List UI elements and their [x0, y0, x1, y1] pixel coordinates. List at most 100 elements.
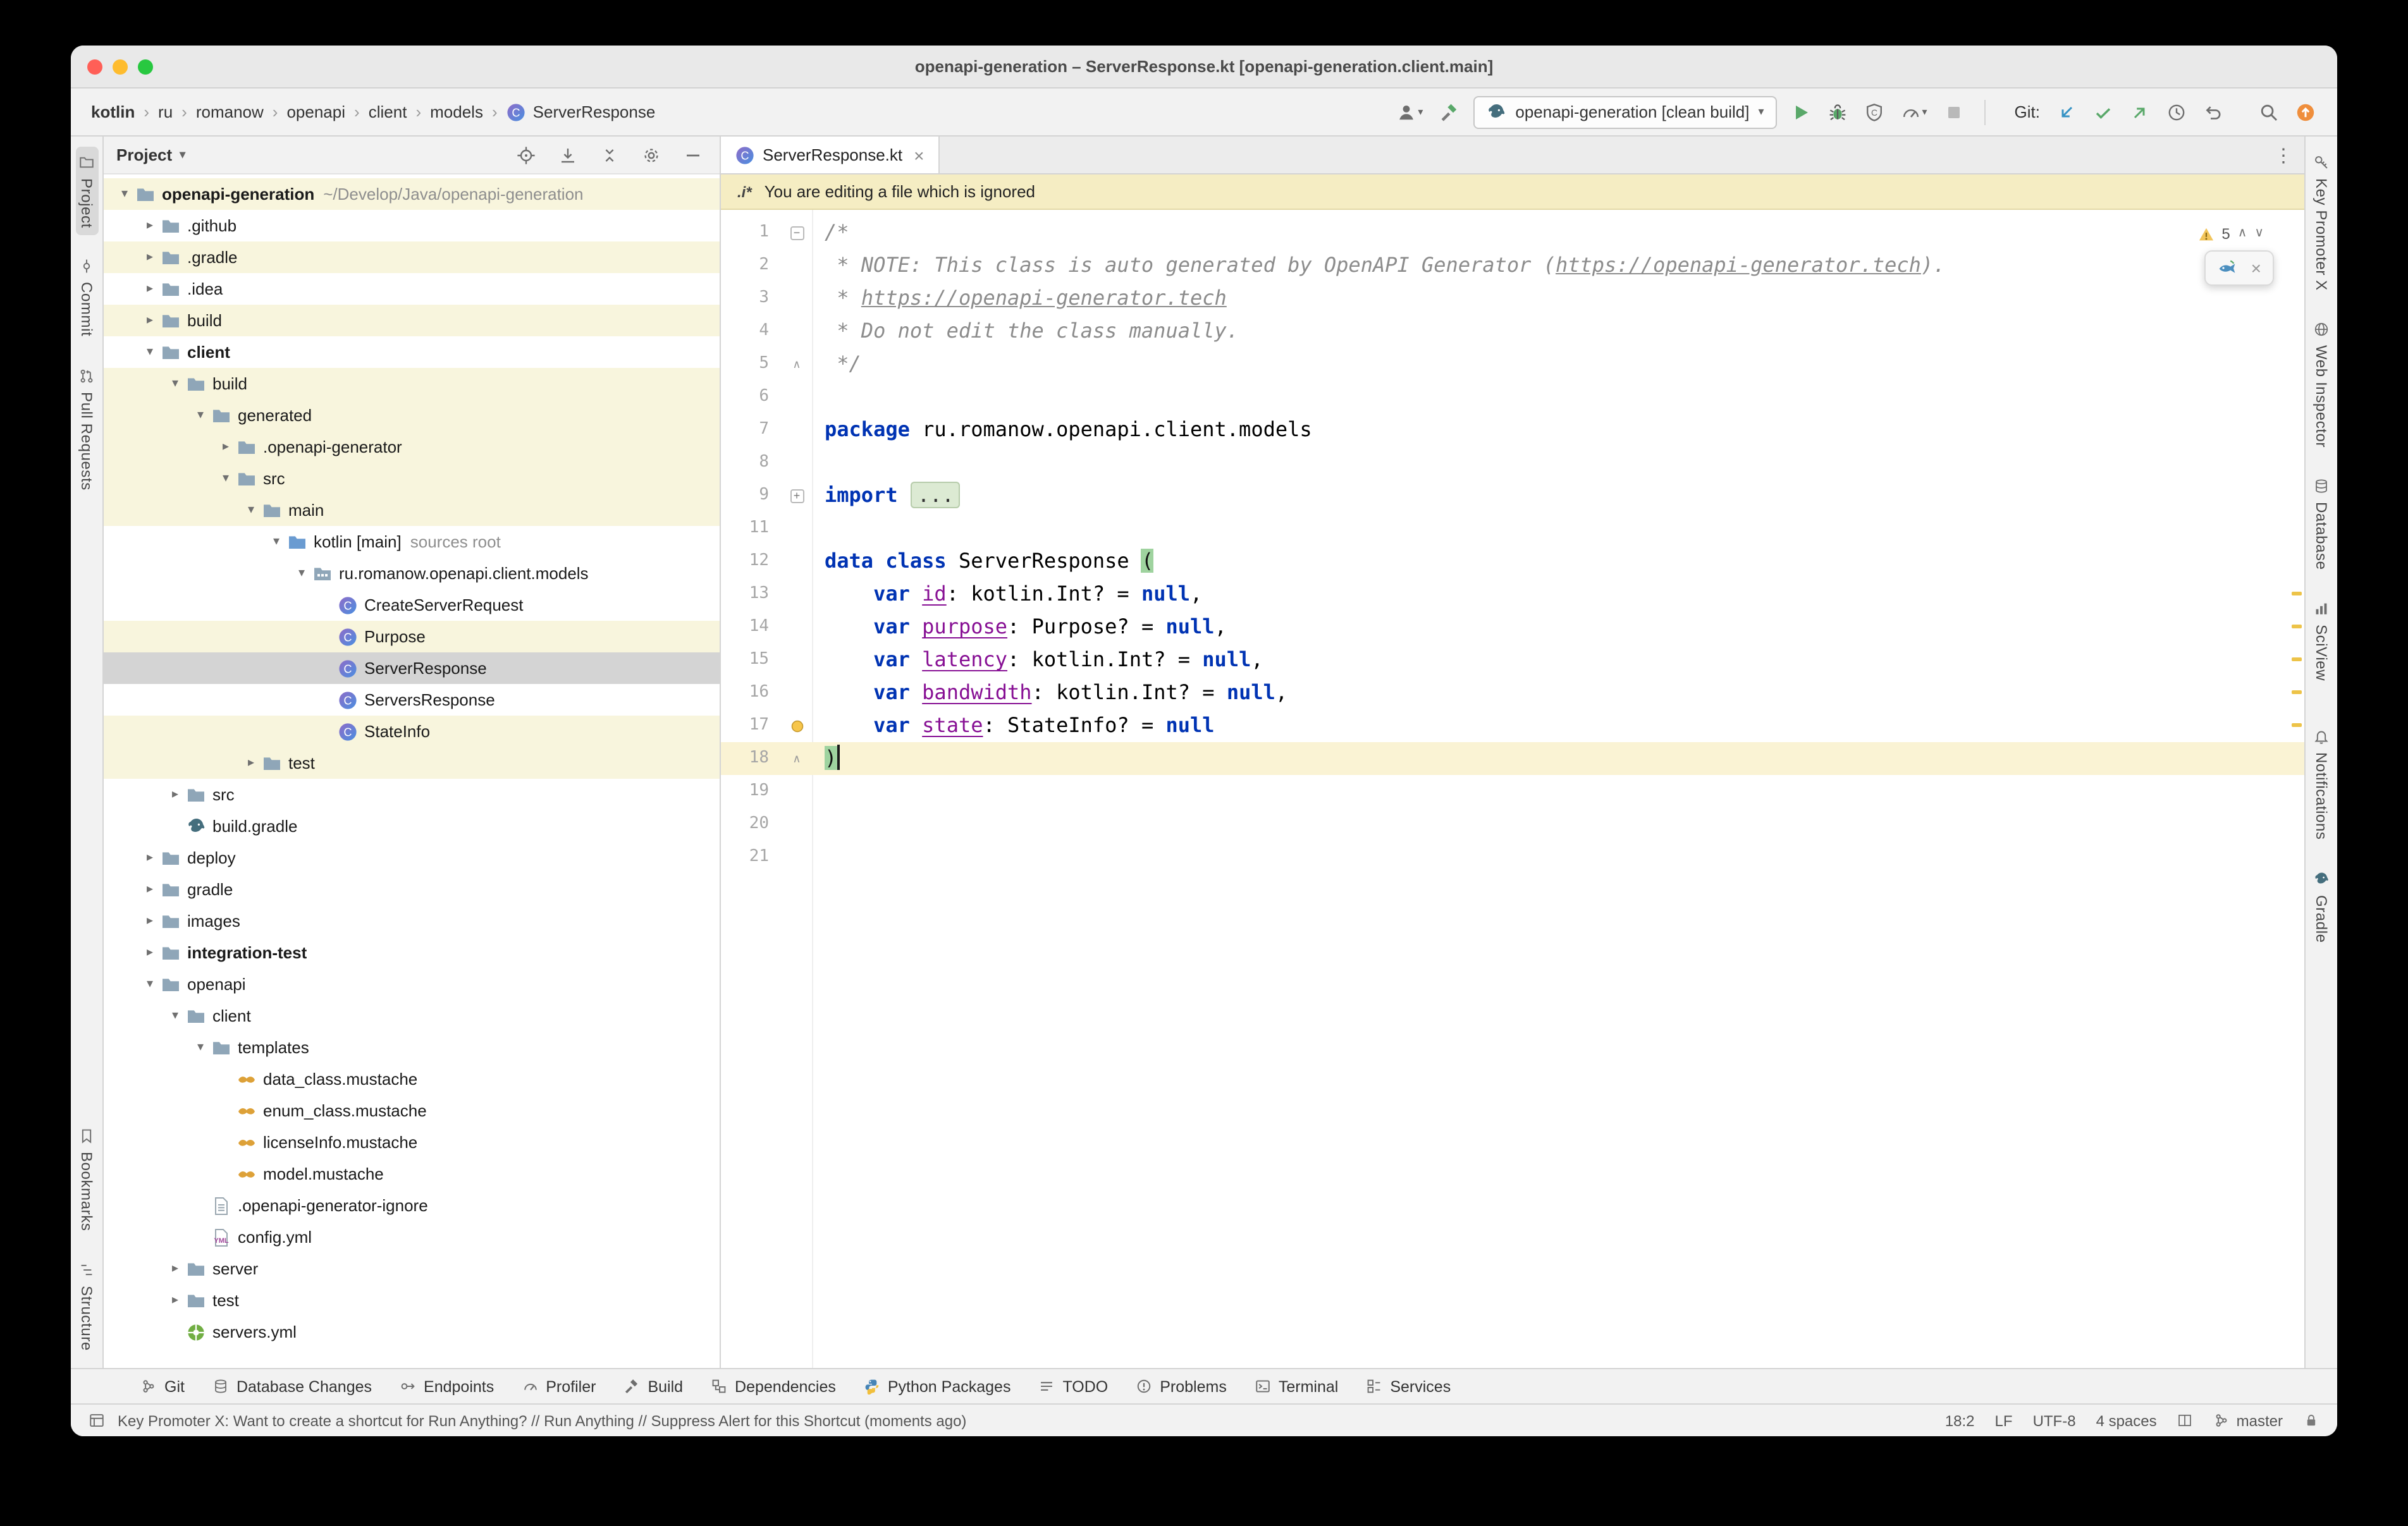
coverage-button[interactable]: C	[1860, 98, 1888, 126]
fold-marker-open[interactable]: −	[782, 226, 812, 240]
profiler-button[interactable]: ▾	[1897, 98, 1931, 126]
stripe-button-pull-requests[interactable]: Pull Requests	[75, 360, 98, 497]
vcs-update-button[interactable]	[2053, 98, 2080, 126]
tree-item-idea[interactable]: ▸ .idea	[104, 273, 720, 305]
breadcrumb-item-ru[interactable]: ru	[158, 102, 173, 121]
warning-stripe-mark[interactable]	[2292, 592, 2302, 595]
chevron-right-icon[interactable]: ▸	[215, 440, 236, 454]
breadcrumb-item-serverresponse[interactable]: C ServerResponse	[507, 102, 655, 122]
tool-window-button-endpoints[interactable]: Endpoints	[386, 1369, 508, 1403]
tree-item-github[interactable]: ▸ .github	[104, 210, 720, 241]
warning-stripe-mark[interactable]	[2292, 690, 2302, 694]
stripe-button-notifications[interactable]: Notifications	[2310, 721, 2333, 848]
close-tab-icon[interactable]: ×	[914, 146, 924, 164]
tree-item-createserverrequest[interactable]: C CreateServerRequest	[104, 589, 720, 621]
stripe-button-web-inspector[interactable]: Web Inspector	[2310, 314, 2333, 455]
tool-window-button-problems[interactable]: Problems	[1122, 1369, 1241, 1403]
hide-button[interactable]	[679, 141, 707, 169]
prev-warning-icon[interactable]: ∧	[2238, 217, 2247, 250]
chevron-right-icon[interactable]: ▸	[164, 788, 186, 802]
chevron-right-icon[interactable]: ▸	[164, 1293, 186, 1307]
breadcrumb-item-kotlin[interactable]: kotlin	[91, 102, 135, 121]
tree-item-config-yml[interactable]: YML config.yml	[104, 1221, 720, 1253]
chevron-right-icon[interactable]: ▸	[139, 882, 161, 896]
ide-update-button[interactable]	[2292, 98, 2319, 126]
tree-item-openapi[interactable]: ▾ openapi	[104, 968, 720, 1000]
tree-item-serverresponse[interactable]: C ServerResponse	[104, 652, 720, 684]
tree-item-openapi-generator[interactable]: ▸ .openapi-generator	[104, 431, 720, 463]
editor-code-area[interactable]: 1−/* 2 * NOTE: This class is auto generat…	[721, 210, 2304, 1368]
chevron-down-icon[interactable]: ▾	[291, 566, 312, 580]
tree-item-data-class-mustache[interactable]: data_class.mustache	[104, 1063, 720, 1095]
close-icon[interactable]: ×	[2251, 259, 2261, 277]
chevron-down-icon[interactable]: ▾	[139, 977, 161, 991]
chevron-down-icon[interactable]: ▾	[164, 377, 186, 391]
chevron-right-icon[interactable]: ▸	[139, 314, 161, 327]
breadcrumb-item-client[interactable]: client	[369, 102, 407, 121]
stripe-button-bookmarks[interactable]: Bookmarks	[75, 1120, 98, 1238]
tree-item-main[interactable]: ▾ main	[104, 494, 720, 526]
tree-item-client[interactable]: ▾ client	[104, 336, 720, 368]
tool-window-button-todo[interactable]: TODO	[1024, 1369, 1122, 1403]
expand-selection-button[interactable]	[554, 141, 582, 169]
tool-window-button-build[interactable]: Build	[610, 1369, 697, 1403]
tree-item-purpose[interactable]: C Purpose	[104, 621, 720, 652]
encoding-indicator[interactable]: UTF-8	[2033, 1412, 2076, 1429]
chevron-down-icon[interactable]: ▾	[266, 535, 287, 549]
fold-marker-closed[interactable]: +	[782, 489, 812, 503]
chevron-down-icon[interactable]: ▾	[240, 503, 262, 517]
chevron-right-icon[interactable]: ▸	[240, 756, 262, 770]
settings-button[interactable]	[637, 141, 665, 169]
more-tabs-icon[interactable]: ⋮	[2274, 137, 2293, 173]
stripe-button-project[interactable]: Project	[75, 147, 98, 236]
tree-item-src[interactable]: ▾ src	[104, 463, 720, 494]
chevron-down-icon[interactable]: ▾	[190, 1041, 211, 1054]
intention-bulb-icon[interactable]	[782, 717, 812, 734]
column-mode-icon[interactable]	[2177, 1412, 2194, 1429]
tab-serverresponse-kt[interactable]: C ServerResponse.kt ×	[721, 137, 940, 173]
tree-item-generated[interactable]: ▾ generated	[104, 400, 720, 431]
project-view-selector[interactable]: Project ▾	[116, 145, 185, 164]
line-ending-indicator[interactable]: LF	[1995, 1412, 2013, 1429]
tree-item-server[interactable]: ▸ server	[104, 1253, 720, 1285]
warning-stripe-mark[interactable]	[2292, 657, 2302, 661]
next-warning-icon[interactable]: ∨	[2254, 217, 2264, 250]
run-button[interactable]	[1787, 98, 1815, 126]
breadcrumb-item-romanow[interactable]: romanow	[196, 102, 264, 121]
tree-item-model-mustache[interactable]: model.mustache	[104, 1158, 720, 1190]
chevron-down-icon[interactable]: ▾	[114, 187, 135, 201]
tree-item-images[interactable]: ▸ images	[104, 905, 720, 937]
tree-item-test[interactable]: ▸ test	[104, 747, 720, 779]
close-window-button[interactable]	[87, 59, 102, 74]
tool-window-button-dependencies[interactable]: Dependencies	[697, 1369, 850, 1403]
debug-button[interactable]	[1824, 98, 1852, 126]
breadcrumb-item-models[interactable]: models	[430, 102, 483, 121]
chevron-right-icon[interactable]: ▸	[139, 219, 161, 233]
stripe-button-commit[interactable]: Commit	[75, 251, 98, 345]
chevron-right-icon[interactable]: ▸	[139, 946, 161, 960]
stripe-button-sciview[interactable]: SciView	[2310, 593, 2333, 688]
lock-icon[interactable]	[2303, 1412, 2319, 1429]
history-button[interactable]	[2163, 98, 2190, 126]
fold-marker-end[interactable]: ∧	[782, 742, 812, 775]
tree-item-deploy[interactable]: ▸ deploy	[104, 842, 720, 874]
chevron-down-icon[interactable]: ▾	[139, 345, 161, 359]
tool-window-icon[interactable]	[89, 1412, 105, 1429]
caret-position[interactable]: 18:2	[1945, 1412, 1975, 1429]
tree-item-integration-test[interactable]: ▸ integration-test	[104, 937, 720, 968]
tree-item-build[interactable]: ▸ build	[104, 305, 720, 336]
tree-item-stateinfo[interactable]: C StateInfo	[104, 716, 720, 747]
chevron-right-icon[interactable]: ▸	[139, 250, 161, 264]
vcs-push-button[interactable]	[2126, 98, 2154, 126]
search-button[interactable]	[2255, 98, 2283, 126]
chevron-right-icon[interactable]: ▸	[164, 1262, 186, 1276]
run-config-select[interactable]: openapi-generation [clean build] ▾	[1473, 95, 1777, 128]
stripe-button-structure[interactable]: Structure	[75, 1254, 98, 1358]
tree-item-enum-class-mustache[interactable]: enum_class.mustache	[104, 1095, 720, 1126]
tree-item-client[interactable]: ▾ client	[104, 1000, 720, 1032]
chevron-right-icon[interactable]: ▸	[139, 282, 161, 296]
zoom-window-button[interactable]	[138, 59, 153, 74]
tree-item-servers-yml[interactable]: servers.yml	[104, 1316, 720, 1348]
tool-window-button-python-packages[interactable]: Python Packages	[850, 1369, 1025, 1403]
hammer-button[interactable]	[1435, 98, 1463, 126]
